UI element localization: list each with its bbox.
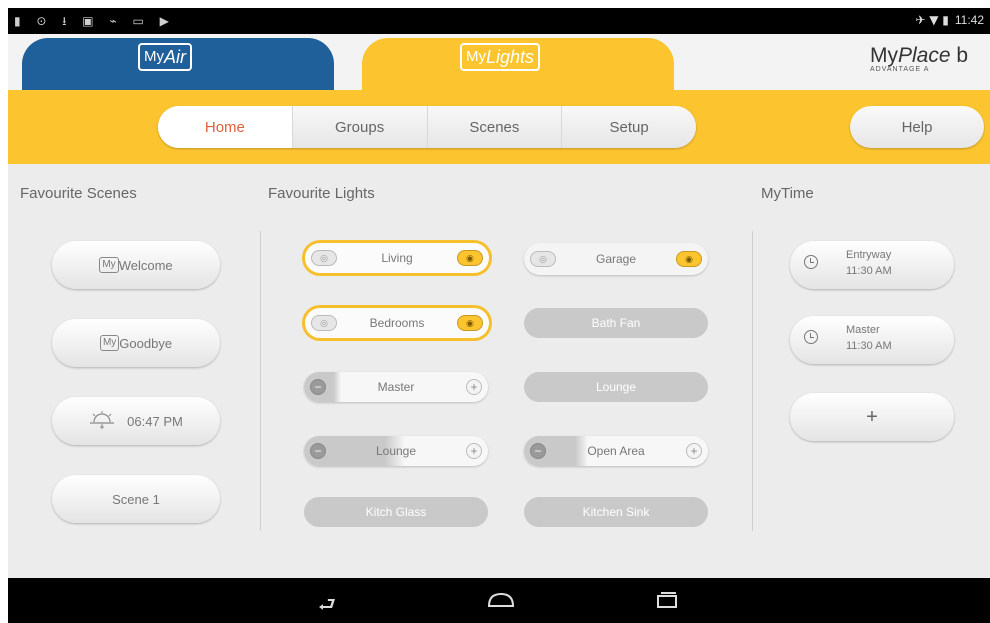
mytime-master-button[interactable]: Master 11:30 AM [790, 316, 954, 364]
scene-mywelcome-button[interactable]: My Welcome [52, 241, 220, 289]
plus-icon[interactable]: + [686, 443, 702, 459]
recent-apps-icon[interactable] [654, 590, 680, 614]
bulb-off-icon: ◎ [311, 250, 337, 266]
light-bedrooms-toggle[interactable]: ◎ Bedrooms ◉ [302, 305, 492, 341]
tab-mylights[interactable]: My Lights [362, 38, 674, 92]
plus-icon[interactable]: + [466, 379, 482, 395]
bulb-on-icon: ◉ [456, 250, 483, 266]
light-bath-fan-button[interactable]: Bath Fan [524, 308, 708, 338]
sunset-icon [89, 410, 115, 432]
tab-setup[interactable]: Setup [562, 106, 696, 148]
scene-sunset-button[interactable]: 06:47 PM [52, 397, 220, 445]
favourite-lights-title: Favourite Lights [268, 185, 375, 202]
help-button[interactable]: Help [850, 106, 984, 148]
myair-logo: My Air [138, 43, 192, 71]
back-icon[interactable]: ⮐ [318, 590, 336, 623]
tab-myair[interactable]: My Air [22, 38, 334, 92]
scene-1-button[interactable]: Scene 1 [52, 475, 220, 523]
main-segmented-control: Home Groups Scenes Setup [158, 106, 696, 148]
light-kitchen-sink-button[interactable]: Kitchen Sink [524, 497, 708, 527]
dimmer-open-area[interactable]: − Open Area + [524, 436, 708, 466]
app-frame: ▮ ⊙ ⭳ ▣ ⌁ ▭ ▶ ✈ ▼ ▮ 11:42 My Air My Lights… [8, 8, 990, 623]
mylights-logo: My Lights [460, 43, 541, 71]
tab-groups[interactable]: Groups [292, 106, 428, 148]
divider-right [752, 231, 753, 531]
system-nav-bar: ⮐ [8, 578, 990, 623]
status-bar: ▮ ⊙ ⭳ ▣ ⌁ ▭ ▶ ✈ ▼ ▮ 11:42 [8, 8, 990, 34]
mytime-title: MyTime [761, 185, 814, 202]
bulb-off-icon: ◎ [530, 251, 556, 267]
clock-icon [804, 330, 818, 344]
bulb-off-icon: ◎ [311, 315, 337, 331]
bulb-on-icon: ◉ [456, 315, 483, 331]
my-logo-icon: My [99, 335, 120, 351]
plus-icon[interactable]: + [466, 443, 482, 459]
dimmer-lounge[interactable]: − Lounge + [304, 436, 488, 466]
myplace-brand-logo: MyPlace b ADVANTAGE A [870, 44, 969, 73]
favourite-scenes-title: Favourite Scenes [20, 185, 137, 202]
light-garage-toggle[interactable]: ◎ Garage ◉ [524, 243, 708, 275]
mytime-entryway-button[interactable]: Entryway 11:30 AM [790, 241, 954, 289]
my-logo-icon: My [99, 257, 119, 273]
divider-left [260, 231, 261, 531]
nav-band: Home Groups Scenes Setup Help [8, 90, 990, 164]
tab-home[interactable]: Home [158, 106, 293, 148]
light-kitch-glass-button[interactable]: Kitch Glass [304, 497, 488, 527]
dimmer-master[interactable]: − Master + [304, 372, 488, 402]
add-mytime-button[interactable]: + [790, 393, 954, 441]
light-living-toggle[interactable]: ◎ Living ◉ [302, 240, 492, 276]
clock-text: 11:42 [954, 13, 984, 27]
signal-icons: ✈ ▼ ▮ [915, 13, 949, 27]
home-icon[interactable] [486, 590, 516, 614]
scene-mygoodbye-button[interactable]: My Goodbye [52, 319, 220, 367]
bulb-on-icon: ◉ [676, 251, 702, 267]
light-lounge-button[interactable]: Lounge [524, 372, 708, 402]
notification-icons: ▮ ⊙ ⭳ ▣ ⌁ ▭ ▶ [14, 14, 175, 28]
tab-scenes[interactable]: Scenes [427, 106, 563, 148]
app-tab-bar: My Air My Lights MyPlace b ADVANTAGE A [8, 34, 990, 92]
clock-icon [804, 255, 818, 269]
